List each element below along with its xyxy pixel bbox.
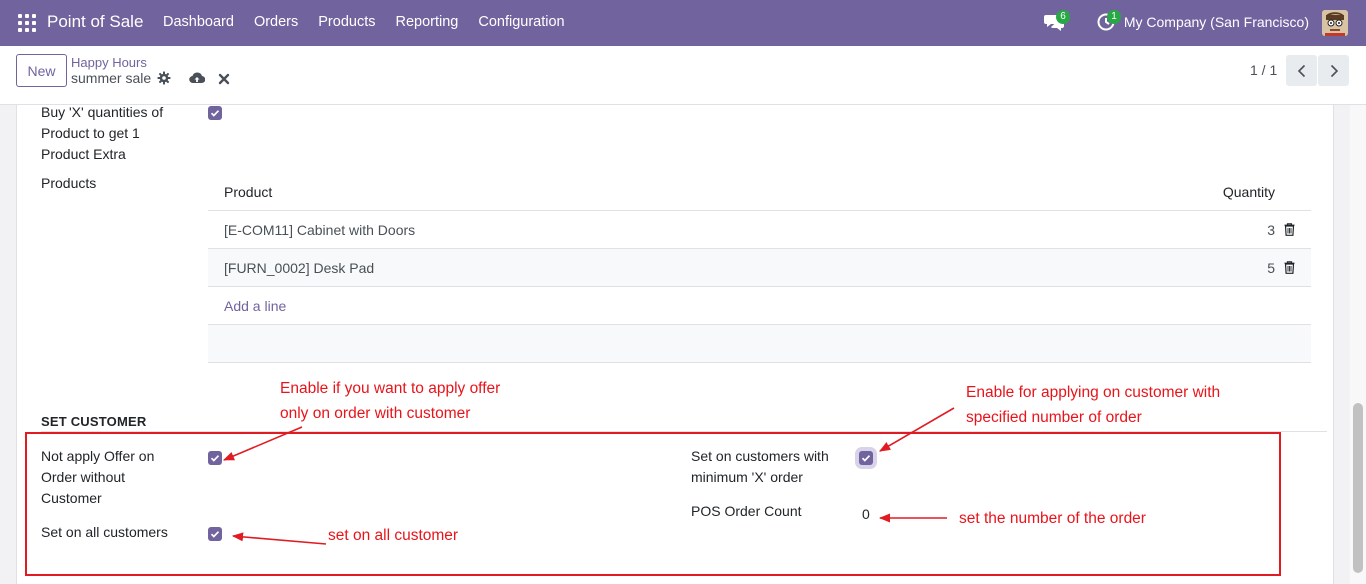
products-table: Product Quantity [E-COM11] Cabinet with … <box>208 173 1311 363</box>
menu-item-dashboard[interactable]: Dashboard <box>153 14 244 30</box>
annotation-specified-orders: Enable for applying on customer with spe… <box>966 380 1220 430</box>
menu-item-orders[interactable]: Orders <box>244 14 308 30</box>
annotation-order-number: set the number of the order <box>959 510 1146 527</box>
top-navbar: Point of Sale Dashboard Orders Products … <box>0 0 1366 46</box>
buy-x-label-line-1: Buy 'X' quantities of <box>41 104 164 120</box>
section-title-set-customer: SET CUSTOMER <box>41 414 147 429</box>
column-header-product[interactable]: Product <box>224 184 272 200</box>
annotation-all-customer: set on all customer <box>328 527 459 544</box>
highlight-box <box>25 432 1281 576</box>
annotation-specified-orders-line-1: Enable for applying on customer with <box>966 384 1221 401</box>
company-switcher[interactable]: My Company (San Francisco) <box>1124 14 1309 30</box>
pager-value[interactable]: 1 / 1 <box>1250 62 1277 78</box>
chevron-left-icon <box>1297 64 1305 77</box>
discard-close-icon[interactable] <box>218 72 230 85</box>
table-header: Product Quantity <box>208 173 1311 211</box>
buy-x-label: Buy 'X' quantities of Product to get 1 P… <box>41 102 163 165</box>
row-product[interactable]: [FURN_0002] Desk Pad <box>224 260 374 276</box>
chevron-right-icon <box>1330 64 1338 77</box>
app-title[interactable]: Point of Sale <box>47 12 143 32</box>
trash-icon[interactable] <box>1284 261 1295 274</box>
add-line-row: Add a line <box>208 287 1311 325</box>
checkmark-icon <box>210 110 220 117</box>
main-menu: Dashboard Orders Products Reporting Conf… <box>153 14 575 30</box>
pager-next-button[interactable] <box>1318 55 1349 86</box>
control-panel: New Happy Hours summer sale 1 / 1 <box>0 46 1366 105</box>
buy-x-label-line-2: Product to get 1 <box>41 125 140 141</box>
annotation-customer-offer-line-1: Enable if you want to apply offer <box>280 380 501 397</box>
scrollbar-thumb[interactable] <box>1353 403 1363 573</box>
menu-item-reporting[interactable]: Reporting <box>386 14 469 30</box>
user-avatar[interactable] <box>1322 10 1348 36</box>
products-label: Products <box>41 175 97 191</box>
empty-row <box>208 325 1311 363</box>
row-product[interactable]: [E-COM11] Cabinet with Doors <box>224 222 415 238</box>
breadcrumb-parent[interactable]: Happy Hours <box>71 55 147 70</box>
buy-x-checkbox[interactable] <box>208 106 222 120</box>
annotation-customer-offer-line-2: only on order with customer <box>280 405 471 422</box>
table-row[interactable]: [E-COM11] Cabinet with Doors 3 <box>208 211 1311 249</box>
activity-clock-icon[interactable]: 1 <box>1097 10 1121 33</box>
app-grid-icon[interactable] <box>18 14 36 32</box>
new-button[interactable]: New <box>16 54 67 87</box>
add-line-link[interactable]: Add a line <box>224 298 286 314</box>
annotation-specified-orders-line-2: specified number of order <box>966 409 1142 426</box>
activities-badge: 1 <box>1107 10 1121 24</box>
trash-icon[interactable] <box>1284 223 1295 236</box>
menu-item-configuration[interactable]: Configuration <box>468 14 574 30</box>
messages-badge: 6 <box>1056 10 1070 24</box>
save-cloud-icon[interactable] <box>189 71 206 85</box>
chat-icon[interactable]: 6 <box>1044 10 1070 31</box>
table-row[interactable]: [FURN_0002] Desk Pad 5 <box>208 249 1311 287</box>
vertical-scrollbar[interactable] <box>1350 105 1366 584</box>
row-quantity[interactable]: 3 <box>1267 222 1275 238</box>
column-header-quantity[interactable]: Quantity <box>1223 184 1275 200</box>
menu-item-products[interactable]: Products <box>308 14 385 30</box>
gear-icon[interactable] <box>157 71 171 85</box>
breadcrumb-current: summer sale <box>71 70 152 86</box>
annotation-customer-offer: Enable if you want to apply offer only o… <box>280 376 500 426</box>
row-quantity[interactable]: 5 <box>1267 260 1275 276</box>
buy-x-label-line-3: Product Extra <box>41 146 126 162</box>
pager-previous-button[interactable] <box>1286 55 1317 86</box>
